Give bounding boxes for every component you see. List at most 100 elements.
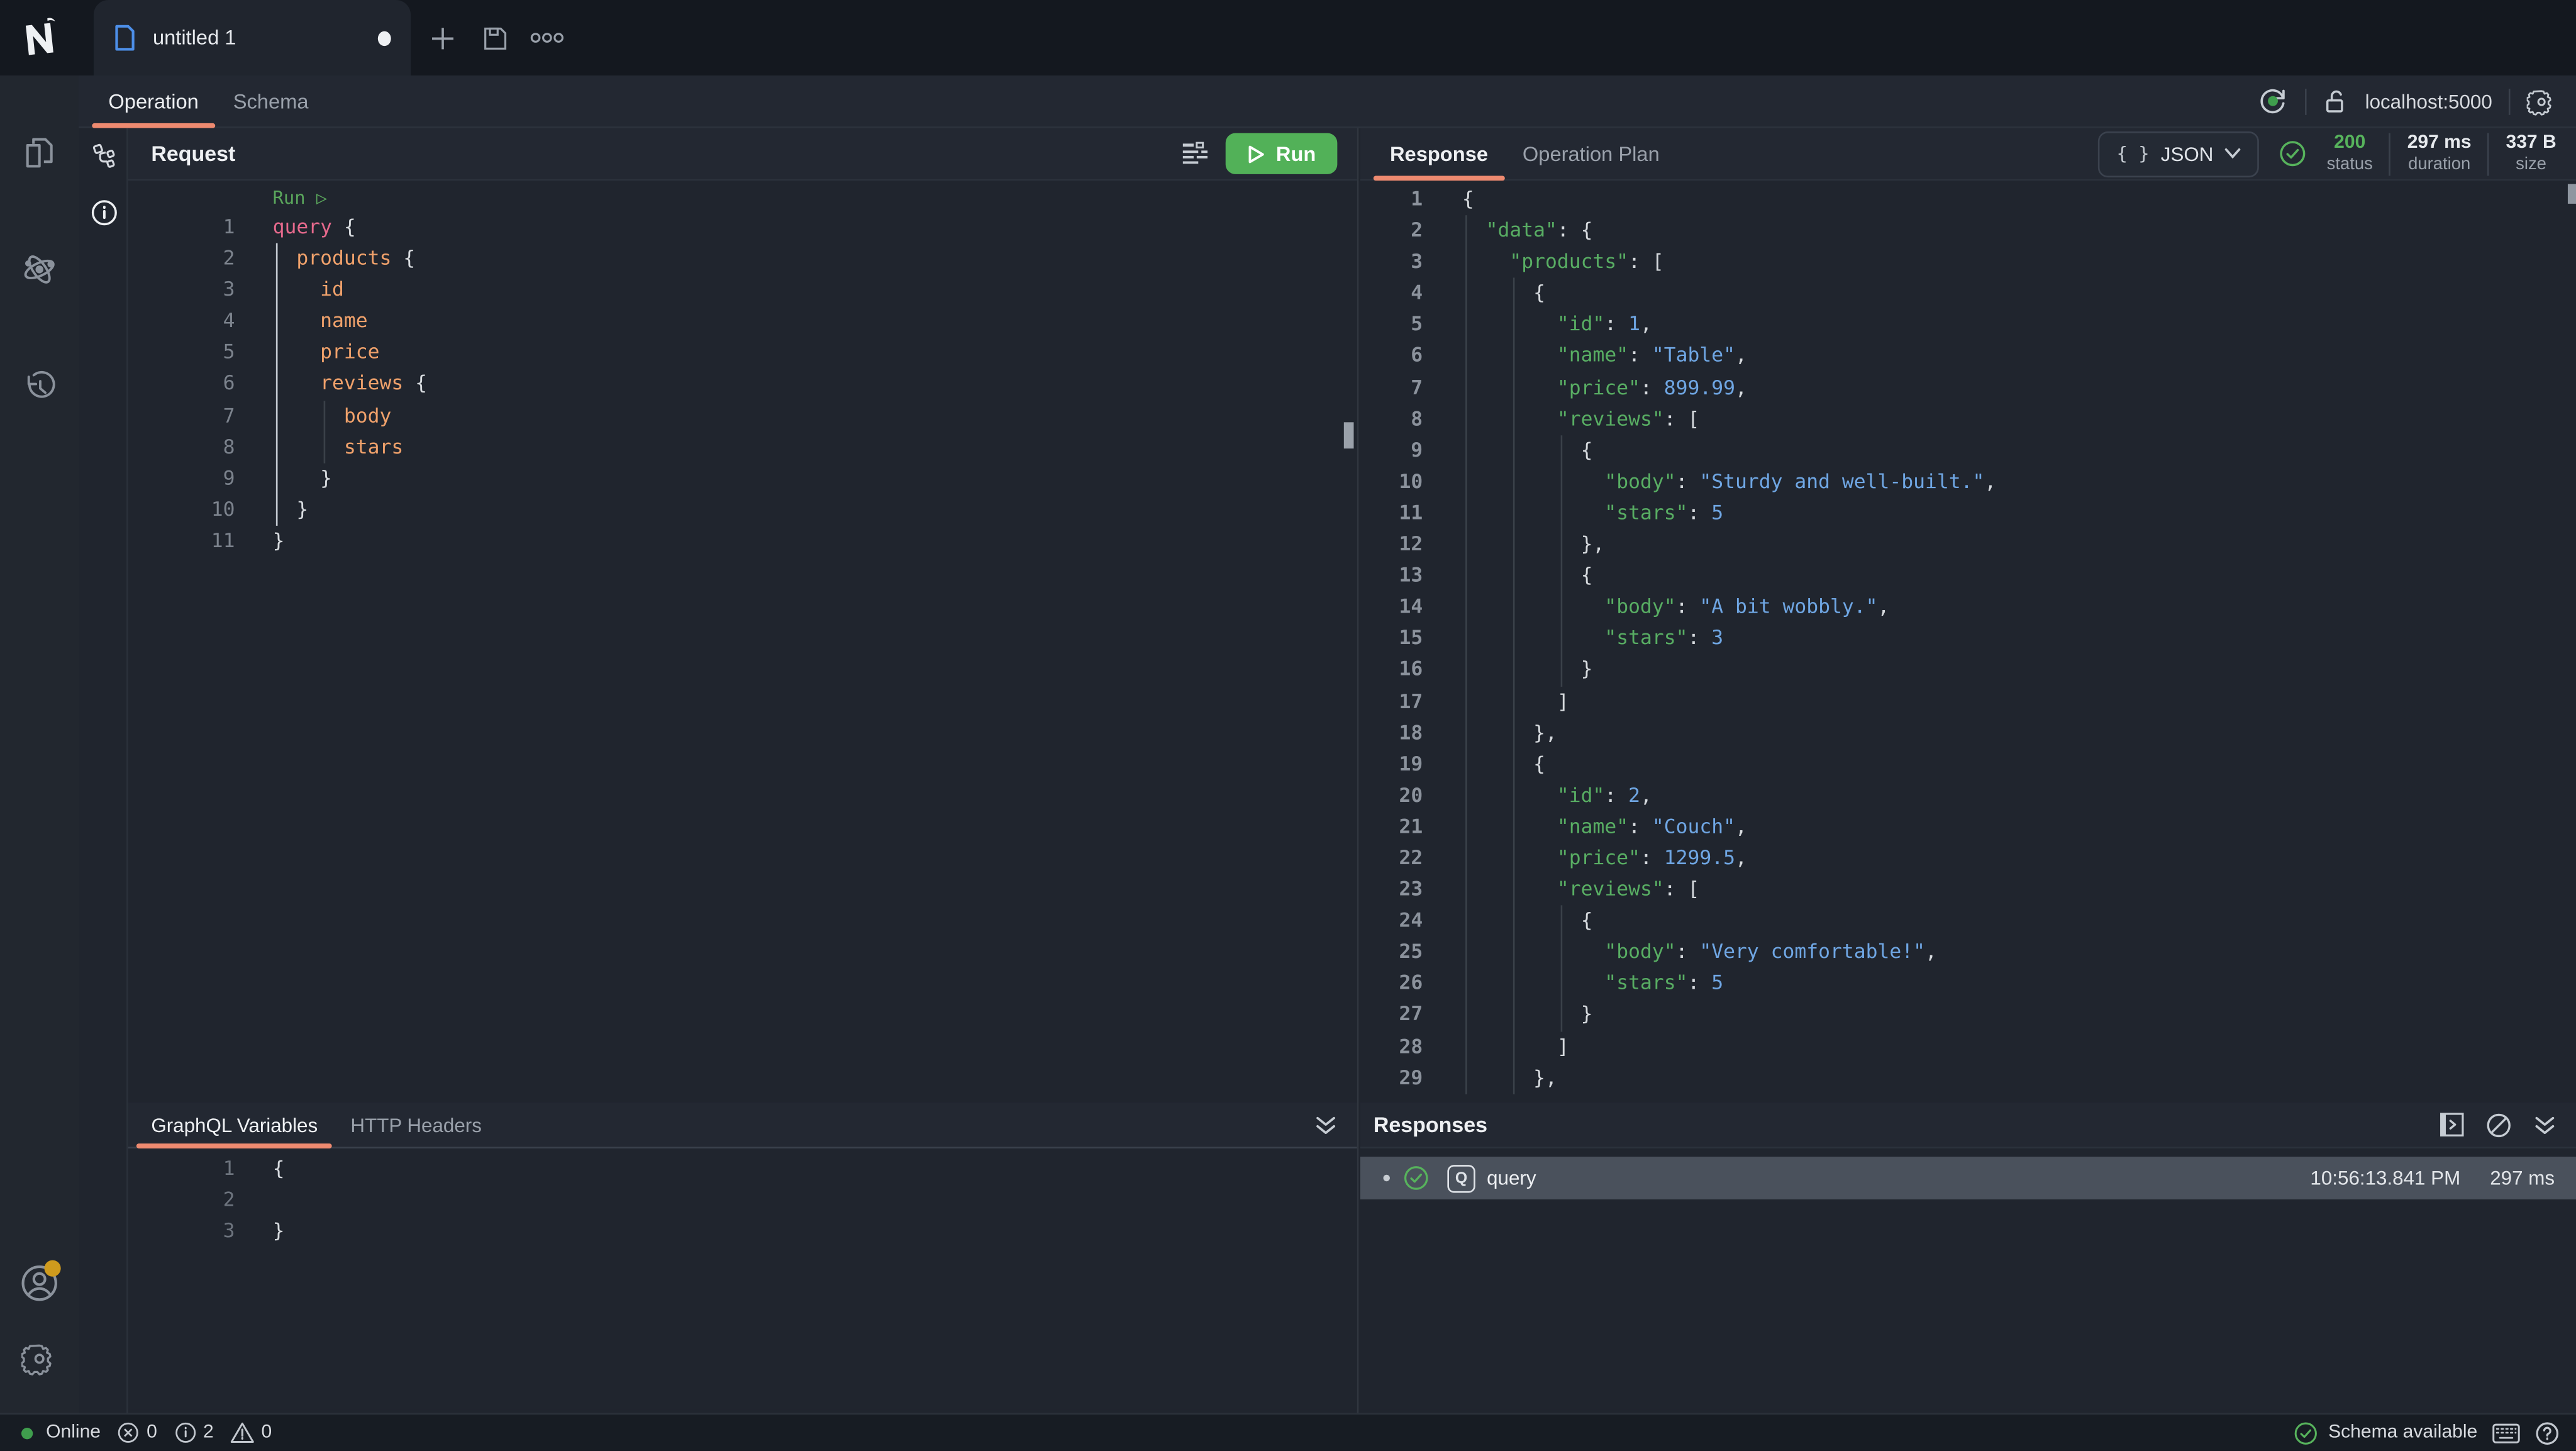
code-line: 24 {: [1360, 906, 2576, 937]
code-token: :: [1640, 375, 1664, 399]
nitro-logo[interactable]: [0, 0, 79, 75]
settings-nav-button[interactable]: [0, 1321, 79, 1396]
request-scrollbar-thumb[interactable]: [1344, 422, 1354, 448]
request-editor[interactable]: Run ▷1query {2 products {3 id4 name5 pri…: [128, 181, 1357, 1102]
endpoint-url[interactable]: localhost:5000: [2365, 89, 2492, 113]
code-token: 5: [1711, 501, 1723, 525]
code-token: [273, 403, 344, 426]
run-button-label: Run: [1276, 142, 1316, 165]
refresh-status-icon: [2257, 86, 2288, 117]
separator: [2488, 132, 2490, 175]
documents-nav-button[interactable]: [0, 115, 79, 191]
line-number: 10: [1360, 466, 1423, 498]
warning-triangle-icon: [230, 1421, 255, 1445]
connection-security-button[interactable]: [2323, 88, 2349, 114]
new-tab-button[interactable]: [421, 16, 464, 59]
online-dot-icon: [21, 1427, 33, 1438]
run-button[interactable]: Run: [1225, 133, 1337, 174]
line-content: ]: [1462, 1031, 1569, 1062]
tab-schema[interactable]: Schema: [218, 75, 323, 128]
response-scrollbar-thumb[interactable]: [2568, 184, 2576, 204]
keyboard-shortcuts-button[interactable]: [2492, 1422, 2520, 1443]
line-number: 2: [128, 1185, 235, 1216]
infos-count[interactable]: 2: [174, 1421, 214, 1445]
code-line: 4 name: [128, 306, 1357, 338]
line-content: "body": "Sturdy and well-built.",: [1462, 466, 1996, 498]
gear-icon: [21, 1341, 57, 1377]
document-tab[interactable]: untitled 1: [94, 0, 411, 75]
tab-operation-plan[interactable]: Operation Plan: [1507, 127, 1674, 180]
clear-responses-button[interactable]: [2485, 1111, 2512, 1138]
schema-explorer-nav-button[interactable]: [0, 231, 79, 307]
collapse-responses-button[interactable]: [2533, 1113, 2557, 1137]
code-token: [1462, 250, 1510, 274]
run-code-lens[interactable]: Run ▷: [128, 184, 1357, 212]
line-number: 5: [128, 337, 235, 369]
code-token: "Table": [1652, 344, 1735, 367]
open-console-button[interactable]: [2440, 1112, 2464, 1137]
operation-name: query: [1487, 1167, 1536, 1190]
tab-overflow-button[interactable]: [526, 16, 569, 59]
line-number: 24: [1360, 906, 1423, 937]
document-nav-row: Operation Schema localhost:5000: [79, 75, 2576, 128]
code-token: {: [273, 1157, 285, 1180]
code-token: :: [1628, 344, 1652, 367]
document-settings-button[interactable]: [2527, 86, 2557, 116]
code-token: "stars": [1604, 501, 1687, 525]
account-button[interactable]: [0, 1245, 79, 1321]
connection-controls: localhost:5000: [2257, 86, 2576, 117]
line-content: "price": 1299.5,: [1462, 843, 1747, 874]
line-content: reviews {: [273, 369, 427, 400]
format-document-button[interactable]: [1180, 142, 1208, 166]
operations-button[interactable]: [79, 130, 128, 179]
code-token: :: [1688, 626, 1712, 650]
code-token: products: [296, 247, 391, 270]
play-icon: [1246, 144, 1265, 164]
line-content: },: [1462, 1062, 1557, 1094]
save-button[interactable]: [473, 16, 516, 59]
tab-http-headers[interactable]: HTTP Headers: [338, 1102, 495, 1148]
query-badge: Q: [1447, 1164, 1475, 1192]
help-button[interactable]: [2535, 1420, 2560, 1445]
line-content: "price": 899.99,: [1462, 372, 1747, 404]
line-number: 6: [1360, 341, 1423, 372]
request-code[interactable]: Run ▷1query {2 products {3 id4 name5 pri…: [128, 181, 1357, 1102]
line-content: },: [1462, 717, 1557, 748]
response-scrollbar[interactable]: [2568, 181, 2576, 1102]
code-token: {: [1462, 909, 1593, 932]
code-token: : [: [1664, 407, 1700, 430]
line-number: 8: [1360, 404, 1423, 435]
code-token: ]: [1462, 1034, 1569, 1057]
response-meta: { } JSON 200 status 297 ms duration: [2099, 131, 2576, 177]
errors-count[interactable]: 0: [117, 1421, 157, 1445]
collapse-panel-button[interactable]: [1314, 1113, 1338, 1137]
response-format-select[interactable]: { } JSON: [2099, 131, 2260, 177]
responses-header: Responses: [1360, 1103, 2576, 1148]
variables-code[interactable]: 1{23}: [128, 1148, 1357, 1409]
code-token: : [: [1628, 250, 1664, 274]
code-token: [1462, 783, 1557, 806]
code-line: 1query {: [128, 212, 1357, 243]
warnings-count[interactable]: 0: [230, 1421, 272, 1445]
code-token: [273, 309, 321, 333]
tab-operation[interactable]: Operation: [94, 75, 213, 128]
operation-info-button[interactable]: [79, 187, 128, 236]
tab-response[interactable]: Response: [1375, 127, 1502, 180]
code-token: ,: [1878, 595, 1890, 618]
indent-guide: [276, 243, 278, 526]
response-editor[interactable]: 1{2 "data": {3 "products": [4 {5 "id": 1…: [1360, 181, 2576, 1102]
code-token: 899.99: [1664, 375, 1735, 399]
tab-graphql-variables[interactable]: GraphQL Variables: [138, 1102, 331, 1148]
history-nav-button[interactable]: [0, 348, 79, 424]
line-number: 9: [128, 463, 235, 494]
code-token: "products": [1509, 250, 1628, 274]
code-line: 1{: [1360, 184, 2576, 216]
line-number: 2: [1360, 215, 1423, 247]
response-code[interactable]: 1{2 "data": {3 "products": [4 {5 "id": 1…: [1360, 181, 2576, 1102]
refresh-schema-button[interactable]: [2257, 86, 2288, 117]
response-list-item[interactable]: Q query 10:56:13.841 PM 297 ms: [1360, 1157, 2576, 1199]
variables-editor[interactable]: 1{23}: [128, 1148, 1357, 1409]
schema-status[interactable]: Schema available: [2294, 1420, 2477, 1445]
chevron-down-icon: [2225, 148, 2241, 159]
app-window: untitled 1: [0, 0, 2576, 1449]
